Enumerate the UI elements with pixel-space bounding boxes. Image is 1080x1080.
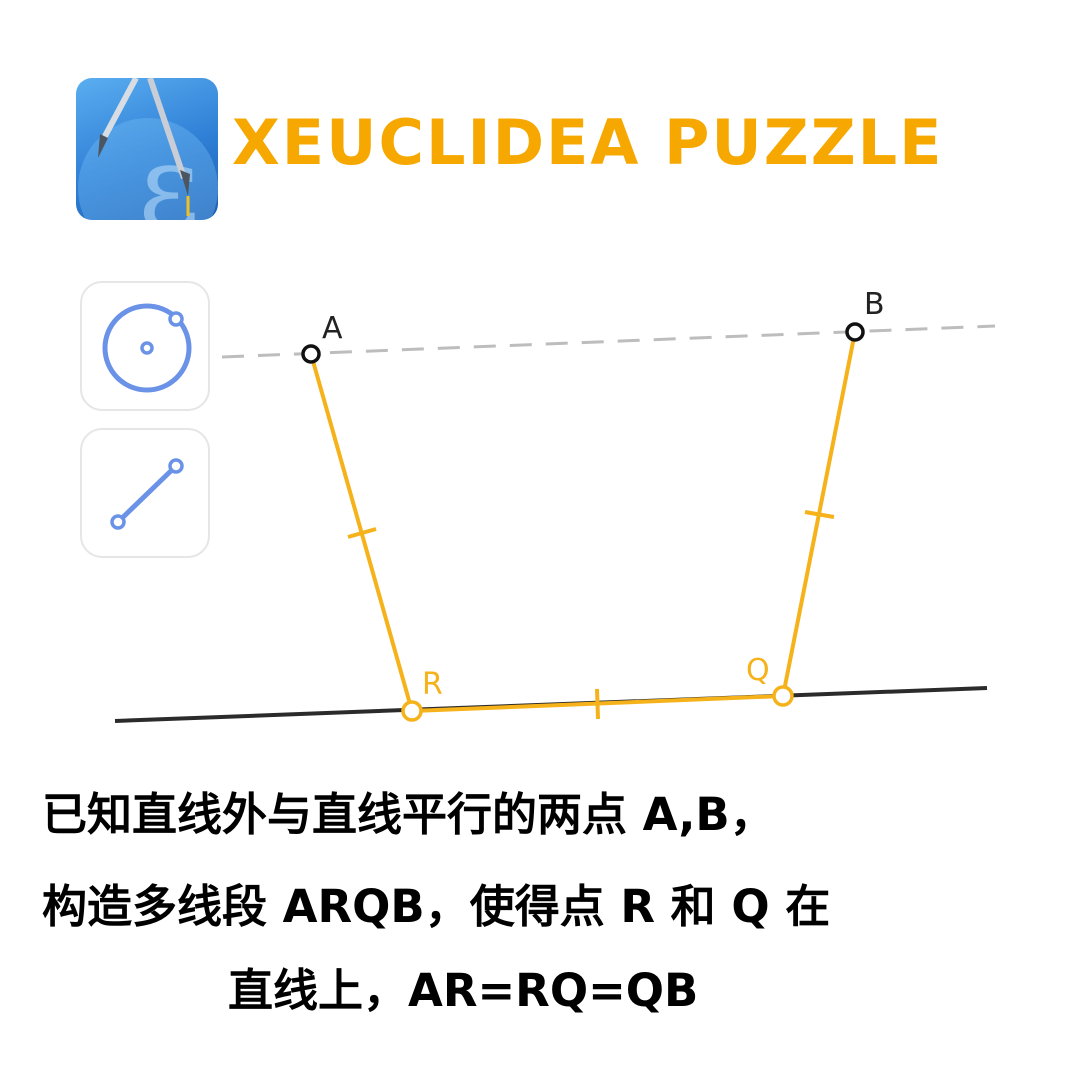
label-R: R (422, 667, 443, 702)
caption-line-3: 直线上，AR=RQ=QB (228, 964, 699, 1017)
label-Q: Q (746, 653, 770, 688)
tick-mark-RQ (595, 688, 600, 720)
point-A[interactable] (301, 344, 321, 364)
label-A: A (322, 311, 343, 346)
caption-line-1: 已知直线外与直线平行的两点 A,B， (42, 788, 775, 841)
tick-mark-QB (804, 510, 835, 519)
caption-line-2: 构造多线段 ARQB，使得点 R 和 Q 在 (42, 880, 831, 933)
point-R[interactable] (401, 700, 423, 722)
point-Q[interactable] (772, 685, 794, 707)
point-B[interactable] (845, 322, 865, 342)
label-B: B (864, 287, 885, 322)
